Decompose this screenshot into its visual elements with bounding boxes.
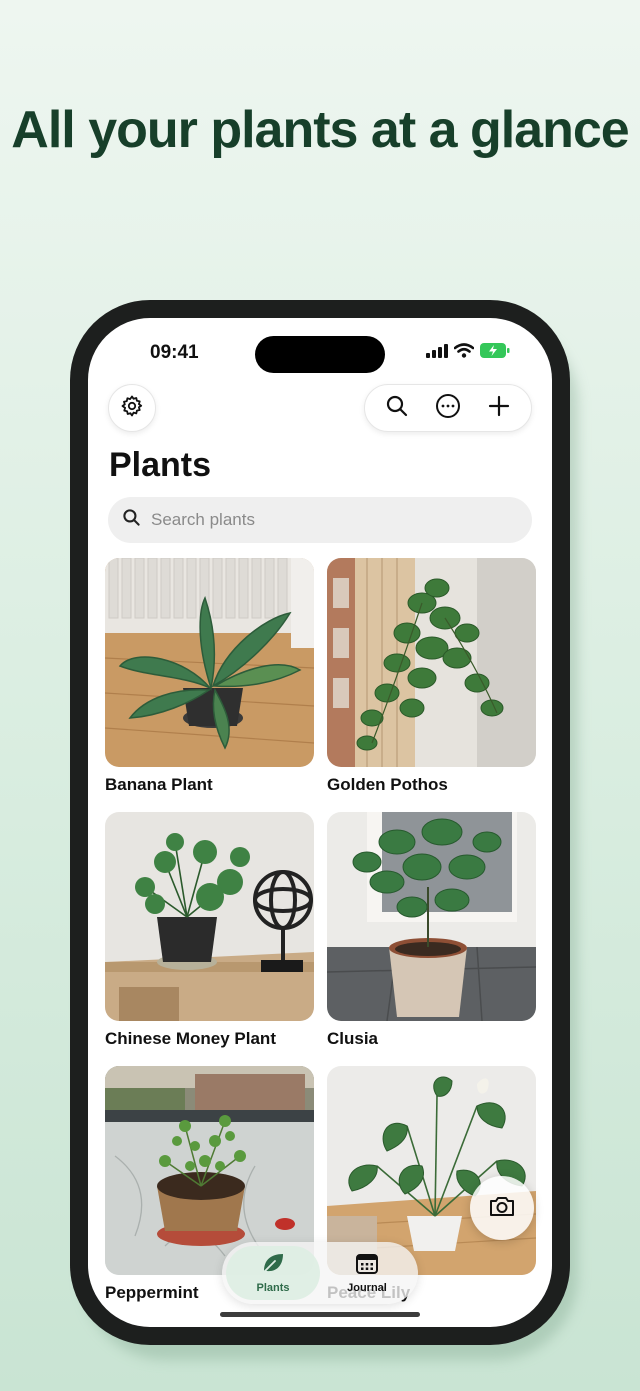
tab-label: Journal [347,1282,387,1294]
search-button[interactable] [377,388,417,428]
gear-icon [120,394,144,423]
more-icon [435,393,461,424]
leaf-icon [261,1252,285,1279]
settings-button[interactable] [108,384,156,432]
wifi-icon [453,343,475,363]
plant-name: Golden Pothos [327,775,448,794]
headline-text: All your plants at a glance [11,101,629,159]
search-icon [122,508,141,532]
plant-card[interactable]: Clusia [327,812,536,1049]
plant-name: Clusia [327,1029,379,1048]
camera-icon [488,1194,516,1223]
tab-bar: Plants Journal [222,1242,418,1304]
calendar-icon [355,1252,379,1279]
battery-icon [480,343,510,363]
tab-plants[interactable]: Plants [226,1246,320,1300]
signal-icon [426,343,448,363]
plant-card[interactable]: Banana Plant [105,558,314,795]
plant-card[interactable]: Chinese Money Plant [105,812,314,1049]
page-title: Plants [109,446,212,484]
plus-icon [488,395,510,422]
plant-card[interactable]: Golden Pothos [327,558,536,795]
status-time: 09:41 [150,342,199,363]
plant-photo [327,558,536,767]
search-bar[interactable] [108,497,532,543]
plant-name: Banana Plant [105,775,213,794]
camera-button[interactable] [470,1176,534,1240]
plant-photo [327,812,536,1021]
phone-frame: 09:41 Plants Search plants Banana Plant … [70,300,570,1345]
status-icons [426,343,510,363]
dynamic-island [255,336,385,373]
plant-photo [105,558,314,767]
app-screen: 09:41 Plants Search plants Banana Plant … [88,318,552,1327]
plant-name: Chinese Money Plant [105,1029,276,1048]
tab-label: Plants [256,1282,290,1294]
search-input[interactable] [151,510,511,530]
add-plant-button[interactable] [479,388,519,428]
home-indicator [220,1312,420,1317]
tab-journal[interactable]: Journal [320,1246,414,1300]
more-button[interactable] [428,388,468,428]
header-actions [364,384,532,432]
marketing-headline: All your plants at a glance [0,100,640,160]
plant-photo [105,812,314,1021]
search-icon [385,394,409,423]
